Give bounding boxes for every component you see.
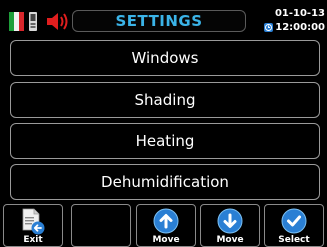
move-down-label: Move bbox=[216, 235, 244, 245]
select-button-label: Select bbox=[278, 235, 310, 245]
phone-device-icon bbox=[29, 12, 37, 31]
menu-item-label: Shading bbox=[134, 91, 196, 109]
empty-button[interactable] bbox=[71, 204, 131, 247]
page-title-text: SETTINGS bbox=[115, 12, 203, 30]
italian-flag-icon[interactable] bbox=[9, 12, 24, 31]
exit-icon bbox=[22, 208, 45, 235]
move-up-button[interactable]: Move bbox=[136, 204, 196, 247]
move-up-label: Move bbox=[152, 235, 180, 245]
select-button[interactable]: Select bbox=[264, 204, 324, 247]
menu-item-heating[interactable]: Heating bbox=[10, 123, 320, 159]
page-title: SETTINGS bbox=[72, 10, 246, 32]
arrow-down-icon bbox=[217, 208, 243, 234]
status-bar: SETTINGS 01-10-13 12:00:00 bbox=[0, 0, 327, 38]
arrow-up-icon bbox=[153, 208, 179, 234]
menu-item-label: Heating bbox=[135, 132, 195, 150]
speaker-icon[interactable] bbox=[44, 12, 70, 31]
clock-icon bbox=[264, 23, 274, 32]
time-text: 12:00:00 bbox=[275, 22, 325, 33]
time-row: 12:00:00 bbox=[264, 22, 325, 33]
move-down-button[interactable]: Move bbox=[200, 204, 260, 247]
date-text: 01-10-13 bbox=[274, 8, 325, 19]
exit-button[interactable]: Exit bbox=[3, 204, 63, 247]
menu-item-label: Windows bbox=[131, 49, 199, 67]
checkmark-icon bbox=[281, 208, 307, 234]
menu-item-shading[interactable]: Shading bbox=[10, 82, 320, 118]
bottom-toolbar: Exit Move Move Select bbox=[0, 204, 327, 247]
exit-button-label: Exit bbox=[23, 235, 43, 245]
menu-item-windows[interactable]: Windows bbox=[10, 40, 320, 76]
date-time-display: 01-10-13 12:00:00 bbox=[250, 8, 327, 36]
menu-item-dehumidification[interactable]: Dehumidification bbox=[10, 164, 320, 200]
menu-item-label: Dehumidification bbox=[101, 173, 229, 191]
